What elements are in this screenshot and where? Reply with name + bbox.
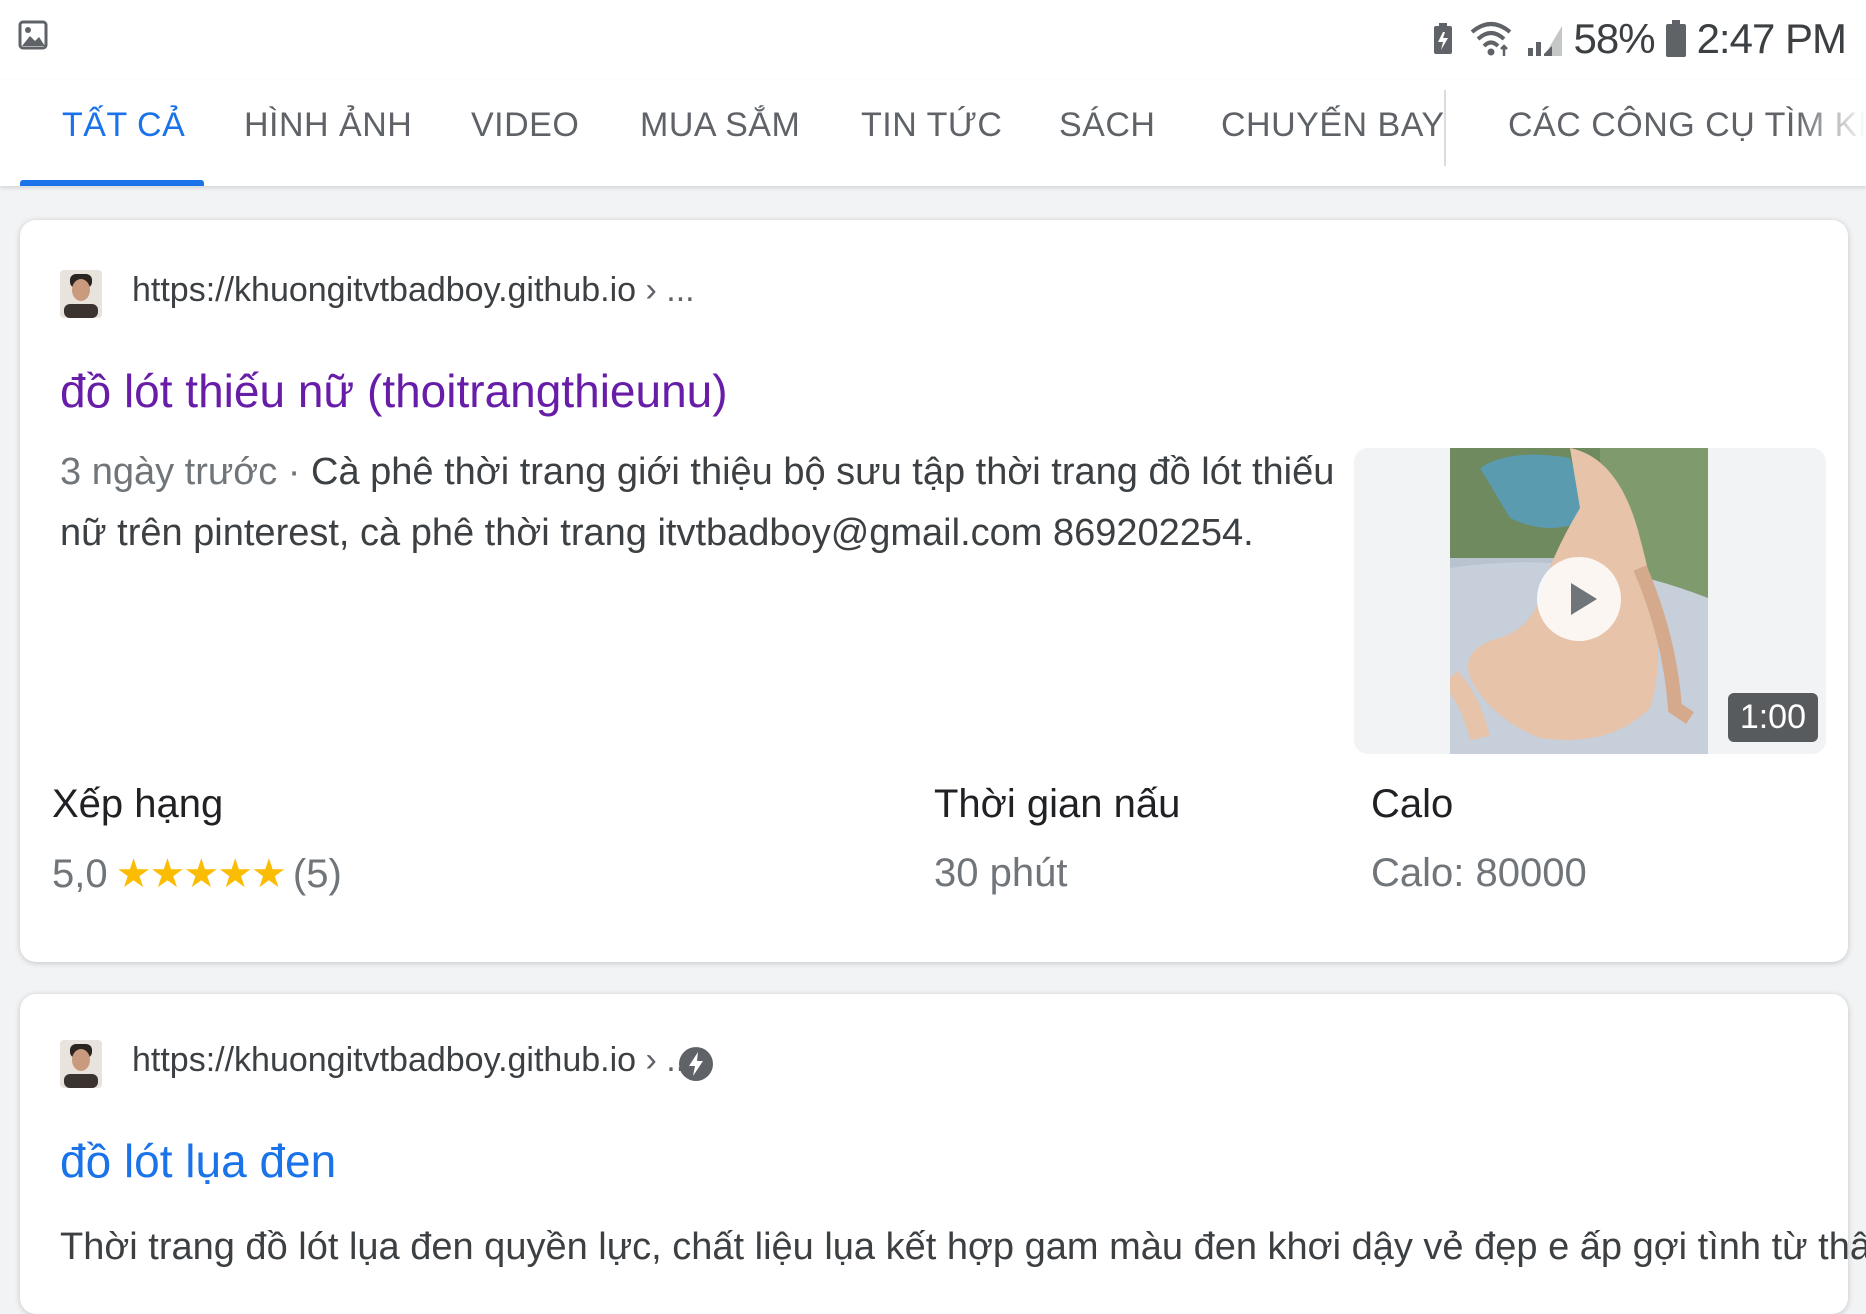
fact-rating-label: Xếp hạng <box>52 782 224 826</box>
lightning-amp-icon <box>679 1047 713 1081</box>
tab-news[interactable]: TIN TỨC <box>861 106 1002 145</box>
video-duration: 1:00 <box>1727 693 1818 742</box>
tab-shopping[interactable]: MUA SẮM <box>640 106 800 145</box>
site-favicon <box>60 270 102 318</box>
play-icon[interactable] <box>1535 555 1623 643</box>
result-date: 3 ngày trước <box>60 451 278 493</box>
tab-video[interactable]: VIDEO <box>471 106 579 145</box>
rating-score: 5,0 <box>52 851 108 896</box>
result-title-link[interactable]: đồ lót lụa đen <box>60 1134 336 1188</box>
video-thumbnail[interactable]: 1:00 <box>1354 448 1826 754</box>
result-url-domain: https://khuongitvtbadboy.github.io <box>132 1041 637 1079</box>
fact-calories-label: Calo <box>1371 782 1454 826</box>
fact-calories-value: Calo: 80000 <box>1371 851 1587 895</box>
fact-cook-time-label: Thời gian nấu <box>934 782 1181 826</box>
result-card: https://khuongitvtbadboy.github.io › ...… <box>20 994 1866 1314</box>
status-bar: 58% 2:47 PM <box>0 0 1866 80</box>
tab-all[interactable]: TẤT CẢ <box>62 106 185 145</box>
fact-calories: Calo Calo: 80000 <box>1371 782 1587 896</box>
image-notification-icon <box>18 20 48 50</box>
result-url[interactable]: https://khuongitvtbadboy.github.io › ... <box>132 271 695 310</box>
search-tabs: TẤT CẢ HÌNH ẢNH VIDEO MUA SẮM TIN TỨC SÁ… <box>0 80 1866 186</box>
result-date-separator: · <box>287 451 301 493</box>
star-rating-icon: ★★★★★ <box>115 852 287 896</box>
fact-cook-time-value: 30 phút <box>934 851 1068 895</box>
result-url-breadcrumb: › ... <box>645 271 695 309</box>
result-title-link[interactable]: đồ lót thiếu nữ (thoitrangthieunu) <box>60 364 728 418</box>
site-favicon <box>60 1040 102 1088</box>
tab-books[interactable]: SÁCH <box>1059 106 1155 145</box>
active-tab-indicator <box>20 180 204 186</box>
battery-saver-icon <box>1433 23 1452 54</box>
result-snippet-text: Thời trang đồ lót lụa đen quyền lực, chấ… <box>60 1226 1866 1268</box>
tab-fade <box>1796 80 1866 186</box>
fact-rating-value: 5,0 ★★★★★ (5) <box>52 851 342 897</box>
fact-rating: Xếp hạng 5,0 ★★★★★ (5) <box>52 782 342 897</box>
wifi-icon <box>1470 22 1511 56</box>
result-snippet: 3 ngày trước · Cà phê thời trang giới th… <box>60 442 1340 564</box>
result-card: https://khuongitvtbadboy.github.io › ...… <box>20 220 1848 962</box>
review-count: (5) <box>292 851 342 896</box>
clock: 2:47 PM <box>1696 15 1847 62</box>
fact-cook-time: Thời gian nấu 30 phút <box>934 782 1180 896</box>
result-url[interactable]: https://khuongitvtbadboy.github.io › ... <box>132 1041 695 1080</box>
tab-divider <box>1444 90 1446 166</box>
battery-icon <box>1665 20 1686 57</box>
tab-flights[interactable]: CHUYẾN BAY <box>1221 106 1445 145</box>
signal-icon <box>1527 26 1562 56</box>
result-url-domain: https://khuongitvtbadboy.github.io <box>132 271 637 309</box>
tab-images[interactable]: HÌNH ẢNH <box>244 106 412 145</box>
battery-percent: 58% <box>1573 15 1656 62</box>
status-icons: 58% 2:47 PM <box>1428 14 1847 64</box>
